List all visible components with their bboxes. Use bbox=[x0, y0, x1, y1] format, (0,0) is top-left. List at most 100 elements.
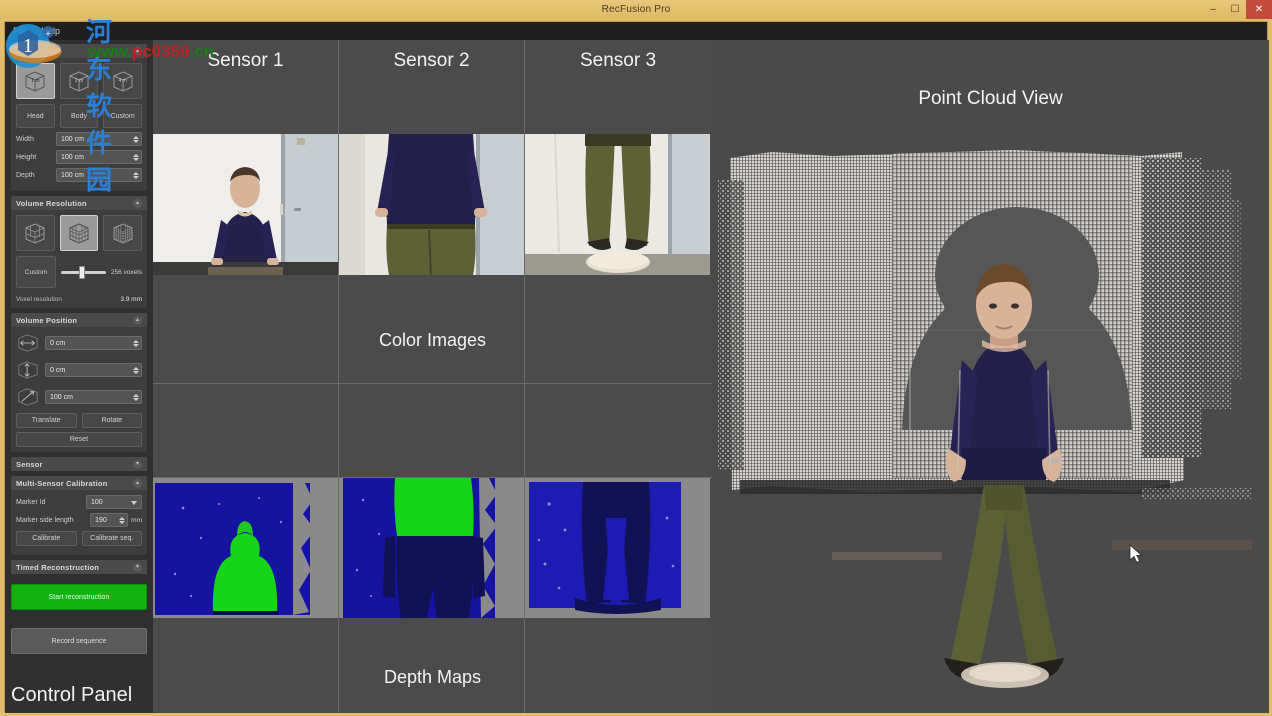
main-frame: File Help Volume Size ▴ 1 m 2 m 4 m Head… bbox=[4, 21, 1269, 713]
resolution-preset-mid[interactable] bbox=[59, 215, 99, 251]
title-bar: RecFusion Pro – ☐ ✕ bbox=[0, 0, 1272, 19]
depth-map-1 bbox=[153, 478, 338, 618]
volume-height-value: 100 cm bbox=[61, 153, 84, 161]
sensor-group: Sensor ▾ bbox=[11, 457, 147, 471]
volume-preset-4m-label: 4 m bbox=[118, 78, 127, 84]
position-action-row: Translate Rotate bbox=[16, 413, 142, 428]
sensor-grid: Sensor 1 Sensor 2 Sensor 3 Color Images … bbox=[153, 40, 712, 713]
reset-button[interactable]: Reset bbox=[16, 432, 142, 447]
minimize-button[interactable]: – bbox=[1202, 0, 1224, 19]
volume-height-input[interactable]: 100 cm bbox=[56, 150, 142, 164]
position-x-input[interactable]: 0 cm bbox=[45, 336, 142, 350]
volume-resolution-header[interactable]: Volume Resolution ▴ bbox=[11, 196, 147, 210]
start-reconstruction-button[interactable]: Start reconstruction bbox=[11, 584, 147, 610]
rotate-button[interactable]: Rotate bbox=[81, 413, 142, 428]
calibrate-button[interactable]: Calibrate bbox=[16, 531, 77, 546]
spinner-arrows-icon[interactable] bbox=[133, 391, 139, 403]
volume-preset-1m[interactable]: 1 m bbox=[16, 63, 55, 99]
depth-map-3 bbox=[525, 478, 710, 618]
chevron-up-icon[interactable]: ▴ bbox=[133, 315, 142, 325]
chevron-up-icon[interactable]: ▴ bbox=[133, 478, 142, 488]
sensor-3-color-image[interactable] bbox=[525, 134, 710, 275]
resolution-preset-high[interactable] bbox=[103, 215, 143, 251]
marker-id-value: 100 bbox=[91, 498, 103, 506]
chevron-down-icon[interactable]: ▾ bbox=[133, 562, 142, 572]
volume-preset-1m-label: 1 m bbox=[31, 78, 40, 84]
volume-height-row: Height 100 cm bbox=[16, 150, 142, 164]
voxel-resolution-value: 3.9 mm bbox=[120, 296, 142, 303]
volume-preset-head[interactable]: Head bbox=[16, 104, 55, 128]
sensor-2-color-image[interactable] bbox=[339, 134, 524, 275]
chevron-down-icon[interactable]: ▾ bbox=[133, 459, 142, 469]
sensor-2-depth-map[interactable] bbox=[339, 478, 524, 618]
calibration-action-row: Calibrate Calibrate seq. bbox=[16, 531, 142, 546]
spinner-arrows-icon[interactable] bbox=[133, 151, 139, 163]
sensor-header[interactable]: Sensor ▾ bbox=[11, 457, 147, 471]
point-cloud-canvas bbox=[712, 40, 1269, 713]
marker-side-row: Marker side length 190 mm bbox=[16, 513, 142, 527]
slider-knob[interactable] bbox=[78, 266, 85, 279]
spinner-arrows-icon[interactable] bbox=[133, 364, 139, 376]
marker-side-input[interactable]: 190 bbox=[90, 513, 129, 527]
depth-map-2 bbox=[339, 478, 524, 618]
sensor-1-depth-map[interactable] bbox=[153, 478, 338, 618]
marker-id-label: Marker Id bbox=[16, 498, 46, 506]
calibration-group: Multi-Sensor Calibration ▴ Marker Id 100… bbox=[11, 476, 147, 555]
sensor-column-3: Sensor 3 bbox=[525, 40, 711, 713]
chevron-up-icon[interactable]: ▴ bbox=[133, 198, 142, 208]
marker-id-row: Marker Id 100 bbox=[16, 495, 142, 509]
sensor-2-label: Sensor 2 bbox=[393, 50, 470, 71]
volume-height-label: Height bbox=[16, 153, 37, 161]
volume-preset-custom[interactable]: Custom bbox=[103, 104, 143, 128]
point-cloud-view[interactable]: Point Cloud View bbox=[712, 40, 1269, 713]
color-images-annotation: Color Images bbox=[378, 330, 487, 350]
window-title: RecFusion Pro bbox=[601, 4, 671, 15]
position-y-input[interactable]: 0 cm bbox=[45, 363, 142, 377]
translate-button[interactable]: Translate bbox=[16, 413, 77, 428]
marker-id-select[interactable]: 100 bbox=[86, 495, 142, 509]
volume-position-header[interactable]: Volume Position ▴ bbox=[11, 313, 147, 327]
position-z-input[interactable]: 100 cm bbox=[45, 390, 142, 404]
calibration-title: Multi-Sensor Calibration bbox=[16, 478, 108, 488]
resolution-presets bbox=[16, 215, 143, 251]
close-button[interactable]: ✕ bbox=[1246, 0, 1272, 19]
marker-side-unit: mm bbox=[131, 516, 142, 524]
resolution-preset-low[interactable] bbox=[16, 215, 55, 251]
sensor-3-depth-map[interactable] bbox=[525, 478, 710, 618]
spinner-arrows-icon[interactable] bbox=[133, 133, 139, 145]
axis-x-cube-icon bbox=[18, 334, 38, 352]
volume-size-header[interactable]: Volume Size ▴ bbox=[11, 44, 147, 58]
maximize-button[interactable]: ☐ bbox=[1224, 0, 1246, 19]
volume-width-label: Width bbox=[16, 135, 34, 143]
menu-bar: File Help bbox=[5, 22, 1267, 40]
volume-preset-4m[interactable]: 4 m bbox=[103, 63, 143, 99]
color-image-2 bbox=[339, 134, 524, 275]
volume-depth-row: Depth 100 cm bbox=[16, 168, 142, 182]
spinner-arrows-icon[interactable] bbox=[133, 337, 139, 349]
volume-width-input[interactable]: 100 cm bbox=[56, 132, 142, 146]
volume-depth-value: 100 cm bbox=[61, 171, 84, 179]
timed-reconstruction-header[interactable]: Timed Reconstruction ▾ bbox=[11, 560, 147, 574]
timed-reconstruction-title: Timed Reconstruction bbox=[16, 562, 100, 572]
menu-item-file[interactable]: File bbox=[13, 26, 28, 36]
spinner-arrows-icon[interactable] bbox=[133, 169, 139, 181]
spinner-arrows-icon[interactable] bbox=[119, 514, 126, 526]
record-sequence-button[interactable]: Record sequence bbox=[11, 628, 147, 654]
volume-position-title: Volume Position bbox=[16, 315, 78, 325]
sensor-1-color-image[interactable] bbox=[153, 134, 338, 275]
volume-depth-input[interactable]: 100 cm bbox=[56, 168, 142, 182]
calibration-header[interactable]: Multi-Sensor Calibration ▴ bbox=[11, 476, 147, 490]
menu-item-help[interactable]: Help bbox=[42, 26, 61, 36]
resolution-slider[interactable] bbox=[61, 265, 106, 279]
position-x-row: 0 cm bbox=[16, 332, 142, 354]
volume-preset-2m-label: 2 m bbox=[74, 78, 84, 84]
chevron-up-icon[interactable]: ▴ bbox=[133, 46, 142, 56]
volume-preset-body[interactable]: Body bbox=[59, 104, 99, 128]
volume-position-group: Volume Position ▴ 0 cm 0 cm 100 cm Trans… bbox=[11, 313, 147, 452]
volume-width-row: Width 100 cm bbox=[16, 132, 142, 146]
calibrate-seq-button[interactable]: Calibrate seq. bbox=[81, 531, 142, 546]
resolution-custom-button[interactable]: Custom bbox=[16, 256, 56, 288]
voxel-resolution-row: Voxel resolution 3.9 mm bbox=[16, 294, 142, 303]
point-cloud-view-title: Point Cloud View bbox=[918, 88, 1063, 109]
volume-preset-2m[interactable]: 2 m bbox=[59, 63, 99, 99]
